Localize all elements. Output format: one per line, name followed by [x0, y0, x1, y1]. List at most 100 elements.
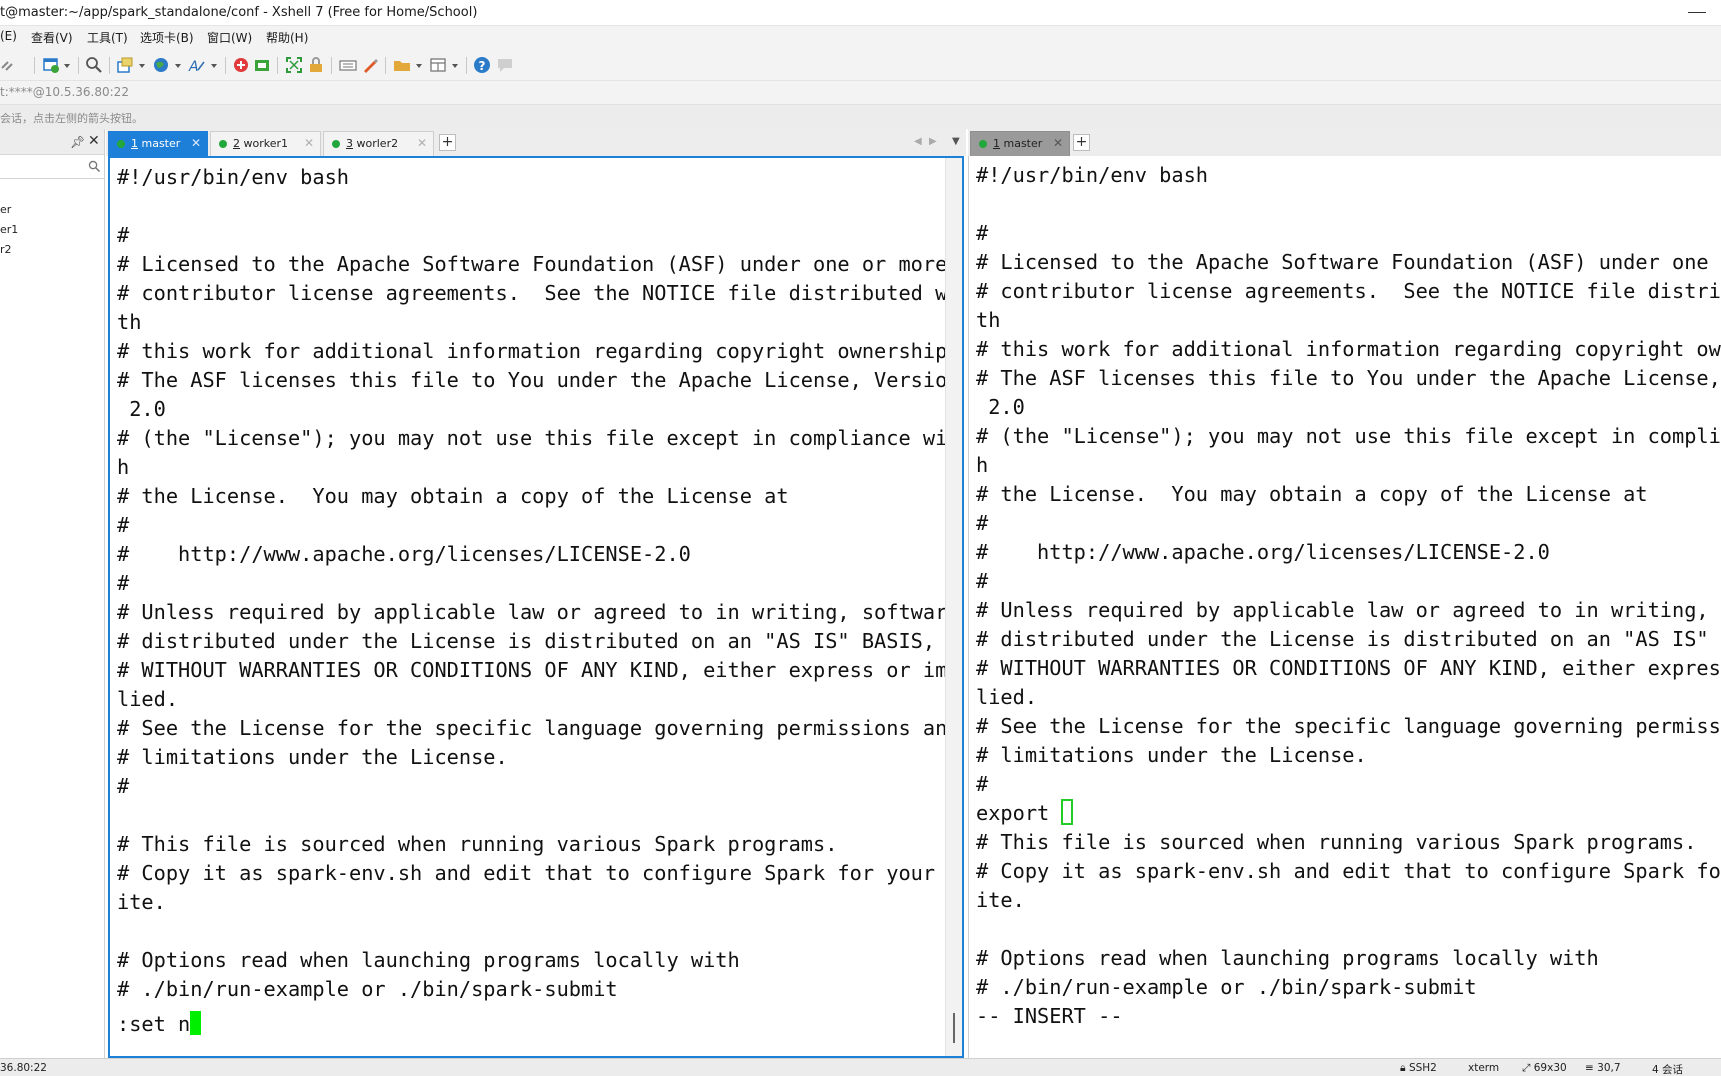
menu-view[interactable]: 查看(V) [31, 29, 73, 46]
session-address: t:****@10.5.36.80:22 [0, 85, 129, 99]
tab-worler2[interactable]: 3 worler2 ✕ [323, 131, 434, 156]
command-line: :set n [117, 1010, 202, 1039]
tab-close-icon[interactable]: ✕ [304, 136, 314, 150]
globe-icon[interactable] [152, 56, 170, 74]
chat-icon[interactable] [496, 56, 514, 74]
new-tab-button[interactable]: + [439, 134, 456, 151]
tab-next-icon[interactable]: ▶ [929, 136, 937, 147]
tab-number: 3 [346, 137, 353, 150]
chevron-down-icon[interactable] [175, 64, 181, 68]
terminal-right[interactable]: #!/usr/bin/env bash # # Licensed to the Ap… [968, 156, 1721, 1058]
tab-strip-left: 1 master ✕ 2 worker1 ✕ 3 worler2 ✕ + ◀ ▶… [106, 129, 966, 156]
search-icon[interactable] [88, 160, 101, 176]
terminal-line: 2.0 [976, 395, 1025, 419]
toolbar-separator [466, 57, 467, 74]
cursor [190, 1011, 202, 1035]
terminal-line: # [117, 774, 130, 798]
terminal-line: # WITHOUT WARRANTIES OR CONDITIONS OF AN… [117, 658, 960, 682]
terminal-line: # Copy it as spark-env.sh and edit that … [117, 861, 960, 885]
terminal-line: # [117, 223, 130, 247]
terminal-line: # Options read when launching programs l… [117, 948, 740, 972]
tab-close-icon[interactable]: ✕ [191, 136, 201, 150]
terminal-line: # [117, 513, 130, 537]
svg-text:?: ? [479, 59, 486, 73]
chevron-down-icon[interactable] [416, 64, 422, 68]
terminal-line: # [117, 571, 130, 595]
sidebar-item-worker1[interactable]: er1 [0, 223, 18, 236]
hint-text: 会话，点击左侧的箭头按钮。 [0, 112, 143, 125]
status-protocol: 🔒︎ SSH2 [1400, 1062, 1437, 1074]
terminal-line: # [976, 569, 989, 593]
tab-list-icon[interactable]: ▼ [952, 136, 960, 147]
sidebar-item-worker2[interactable]: r2 [0, 243, 12, 256]
minimize-button[interactable] [1688, 12, 1706, 13]
svg-text:A: A [188, 59, 199, 74]
lock-icon[interactable] [307, 56, 325, 74]
keyboard-icon[interactable] [339, 56, 357, 74]
new-session-icon[interactable] [42, 56, 60, 74]
layout-icon[interactable] [429, 56, 447, 74]
menu-window[interactable]: 窗口(W) [207, 29, 252, 46]
toolbar-separator [277, 57, 278, 74]
scrollbar[interactable] [945, 158, 962, 1056]
menu-edit[interactable]: (E) [0, 29, 17, 43]
tab-worker1[interactable]: 2 worker1 ✕ [210, 131, 321, 156]
pen-icon[interactable] [361, 56, 379, 74]
sidebar-search[interactable] [0, 157, 104, 179]
menu-help[interactable]: 帮助(H) [266, 29, 308, 46]
tab-close-icon[interactable]: ✕ [1053, 136, 1063, 150]
scroll-thumb[interactable] [953, 1013, 955, 1043]
font-icon[interactable]: A [188, 56, 206, 74]
terminal-left[interactable]: #!/usr/bin/env bash # # Licensed to the Ap… [108, 156, 964, 1058]
status-term: xterm [1468, 1062, 1500, 1074]
tab-prev-icon[interactable]: ◀ [914, 136, 922, 147]
address-bar[interactable]: t:****@10.5.36.80:22 [0, 80, 1721, 104]
link-icon[interactable] [0, 56, 18, 74]
chevron-down-icon[interactable] [139, 64, 145, 68]
terminal-line: # this work for additional information r… [117, 339, 960, 363]
tab-name: worker1 [243, 137, 289, 150]
size-text: 69x30 [1533, 1062, 1567, 1074]
tab-name: worler2 [356, 137, 399, 150]
new-tab-button[interactable]: + [1073, 134, 1090, 151]
menu-bar: (E) 查看(V) 工具(T) 选项卡(B) 窗口(W) 帮助(H) [0, 26, 1721, 50]
folder-icon[interactable] [393, 56, 411, 74]
toolbar-separator [331, 57, 332, 74]
xmanager-icon[interactable] [253, 56, 271, 74]
terminal-line: # Copy it as spark-env.sh and edit that … [976, 859, 1721, 883]
help-icon[interactable]: ? [473, 56, 491, 74]
chevron-down-icon[interactable] [452, 64, 458, 68]
terminal-line: # limitations under the License. [117, 745, 508, 769]
chevron-down-icon[interactable] [211, 64, 217, 68]
tab-number: 1 [131, 137, 138, 150]
tab-master[interactable]: 1 master ✕ [108, 131, 208, 156]
status-bar: 36.80:22 🔒︎ SSH2 xterm ⤢ 69x30 ≡ 30,7 4 … [0, 1058, 1721, 1076]
position-text: 30,7 [1597, 1062, 1621, 1074]
pin-icon[interactable]: 📌︎ [70, 135, 85, 149]
terminal-line: th [117, 310, 142, 334]
status-dot [117, 140, 125, 148]
properties-icon[interactable] [116, 56, 134, 74]
fullscreen-icon[interactable] [285, 56, 303, 74]
xftp-icon[interactable] [232, 56, 250, 74]
terminal-line: # [976, 221, 989, 245]
title-bar: t@master:~/app/spark_standalone/conf - X… [0, 0, 1721, 26]
sidebar-item-master[interactable]: er [0, 203, 11, 216]
terminal-line: # [976, 511, 989, 535]
tab-close-icon[interactable]: ✕ [417, 136, 427, 150]
terminal-line: lied. [976, 685, 1038, 709]
tab-master-right[interactable]: 1 master ✕ [970, 131, 1070, 156]
terminal-line: # The ASF licenses this file to You unde… [117, 368, 960, 392]
status-dot [332, 140, 340, 148]
menu-tools[interactable]: 工具(T) [87, 29, 128, 46]
search-icon[interactable] [85, 56, 103, 74]
menu-tabs[interactable]: 选项卡(B) [140, 29, 194, 46]
close-icon[interactable]: ✕ [88, 133, 100, 149]
terminal-line: # the License. You may obtain a copy of … [976, 482, 1648, 506]
terminal-line: -- INSERT -- [976, 1004, 1123, 1028]
terminal-line: # the License. You may obtain a copy of … [117, 484, 789, 508]
terminal-line: # contributor license agreements. See th… [976, 279, 1721, 303]
toolbar-separator [225, 57, 226, 74]
chevron-down-icon[interactable] [64, 64, 70, 68]
toolbar-separator [34, 57, 35, 74]
